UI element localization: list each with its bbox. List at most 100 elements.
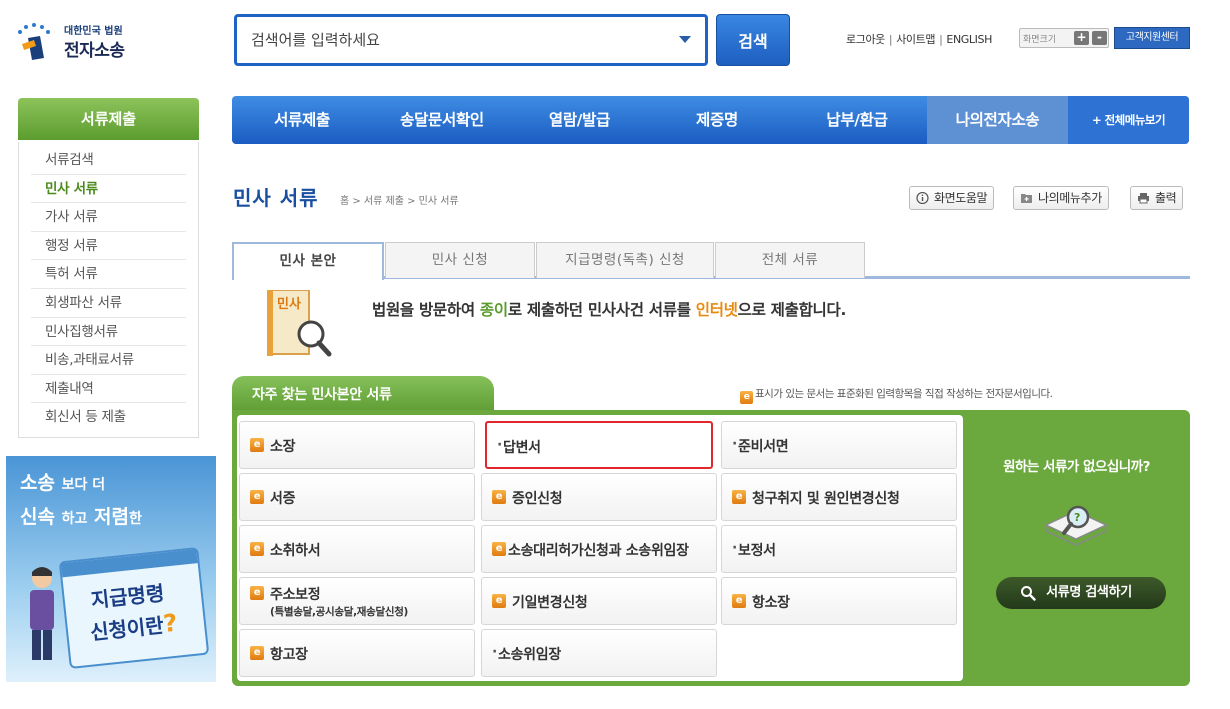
e-document-note: e 표시가 있는 문서는 표준화된 입력항목을 직접 작성하는 전자문서입니다.	[740, 386, 1053, 404]
doc-name-search-button[interactable]: 서류명 검색하기	[996, 577, 1166, 609]
search-box	[234, 14, 708, 66]
doc-answer[interactable]: · 답변서	[485, 421, 713, 469]
payment-order-banner[interactable]: 소송 보다 더 신속 하고 저렴한 지급명령 신청이란?	[6, 456, 216, 682]
logo-subtitle: 대한민국 법원	[64, 26, 123, 37]
breadcrumb: 홈 > 서류 제출 > 민사 서류	[340, 196, 459, 207]
bullet: ·	[497, 437, 503, 453]
doc-claim-change[interactable]: e 청구취지 및 원인변경신청	[721, 473, 957, 521]
divider: |	[888, 33, 893, 46]
sidebar-item-execution[interactable]: 민사집행서류	[31, 318, 186, 347]
gnb-item-view-issue[interactable]: 열람/발급	[512, 96, 647, 144]
no-doc-question: 원하는 서류가 없으십니까?	[1003, 459, 1150, 475]
doc-preparatory-brief[interactable]: · 준비서면	[721, 421, 957, 469]
doc-label: 증인신청	[512, 491, 563, 507]
sidebar-item-civil[interactable]: 민사 서류	[31, 175, 186, 204]
doc-address-correction[interactable]: e 주소보정 (특별송달,공시송달,재송달신청)	[239, 577, 475, 625]
doc-witness-application[interactable]: e 증인신청	[481, 473, 717, 521]
sidebar-item-search[interactable]: 서류검색	[31, 146, 186, 175]
intro-icon-label: 민사	[277, 296, 301, 312]
print-label: 출력	[1155, 191, 1177, 205]
add-my-menu-label: 나의메뉴추가	[1038, 191, 1102, 205]
sitemap-link[interactable]: 사이트맵	[896, 33, 935, 46]
doc-label: 주소보정	[270, 587, 321, 603]
doc-documentary-evidence[interactable]: e 서증	[239, 473, 475, 521]
intro-text-part: 법원을 방문하여	[372, 301, 480, 319]
sidebar-item-non-contentious[interactable]: 비송,과태료서류	[31, 346, 186, 375]
banner-text: 소송	[20, 472, 55, 494]
english-link[interactable]: ENGLISH	[946, 33, 992, 46]
page-title: 민사 서류	[233, 186, 319, 210]
banner-text: 신청이란	[89, 613, 165, 645]
person-icon	[30, 567, 54, 660]
banner-text: 저렴	[93, 506, 129, 528]
logo-title: 전자소송	[64, 41, 125, 61]
doc-complaint-appeal[interactable]: e 항고장	[239, 629, 475, 677]
gnb-item-delivery[interactable]: 송달문서확인	[372, 96, 512, 144]
magnifier-icon	[1021, 586, 1036, 601]
doc-date-change[interactable]: e 기일변경신청	[481, 577, 717, 625]
tab-civil-main[interactable]: 민사 본안	[232, 242, 384, 280]
tab-all-documents[interactable]: 전체 서류	[715, 242, 865, 278]
doc-attorney-permission[interactable]: e 소송대리허가신청과 소송위임장	[481, 525, 717, 573]
doc-search-promo: 원하는 서류가 없으십니까? ? 서류명 검색하기	[968, 415, 1185, 681]
banner-line-2: 신속 하고 저렴한	[20, 502, 142, 529]
intro-text-part: 으로 제출합니다.	[737, 301, 847, 319]
doc-label: 소송대리허가신청과 소송위임장	[508, 543, 689, 559]
add-my-menu-button[interactable]: 나의메뉴추가	[1013, 186, 1109, 210]
banner-title-2: 신청이란?	[89, 608, 179, 646]
chevron-down-icon[interactable]	[679, 36, 691, 43]
font-decrease-button[interactable]: -	[1092, 31, 1107, 45]
doc-correction[interactable]: · 보정서	[721, 525, 957, 573]
doc-label: 청구취지 및 원인변경신청	[752, 491, 900, 507]
doc-label: 준비서면	[738, 439, 789, 455]
e-document-icon: e	[250, 438, 264, 452]
help-center-button[interactable]: 고객지원센터	[1114, 27, 1190, 49]
sidebar-item-reply[interactable]: 회신서 등 제출	[31, 403, 186, 432]
frequent-docs-panel: e 소장 · 답변서 · 준비서면 e 서증 e 증인신청 e 청구취지 및 원인변경신청 …	[232, 410, 1190, 686]
gnb-item-payment[interactable]: 납부/환급	[787, 96, 927, 144]
doc-power-of-attorney[interactable]: · 소송위임장	[481, 629, 717, 677]
font-size-control: 화면크기 + -	[1019, 28, 1109, 48]
intro-text-part: 로 제출하던 민사사건 서류를	[507, 301, 696, 319]
e-document-icon: e	[492, 594, 506, 608]
sidebar-item-patent[interactable]: 특허 서류	[31, 260, 186, 289]
gnb-item-certificate[interactable]: 제증명	[647, 96, 787, 144]
logout-link[interactable]: 로그아웃	[846, 33, 885, 46]
calendar-top	[60, 549, 198, 578]
tab-payment-order[interactable]: 지급명령(독촉) 신청	[536, 242, 714, 278]
sidebar-item-bankruptcy[interactable]: 회생파산 서류	[31, 289, 186, 318]
all-menu-button[interactable]: + 전체메뉴보기	[1068, 96, 1189, 144]
doc-label: 답변서	[503, 440, 541, 456]
screen-help-button[interactable]: 화면도움말	[909, 186, 995, 210]
e-document-icon: e	[732, 490, 746, 504]
doc-sublabel: (특별송달,공시송달,재송달신청)	[270, 606, 409, 618]
sidebar-title: 서류제출	[18, 98, 199, 140]
sidebar-item-family[interactable]: 가사 서류	[31, 203, 186, 232]
doc-complaint[interactable]: e 소장	[239, 421, 475, 469]
e-document-icon: e	[250, 646, 264, 660]
tab-civil-application[interactable]: 민사 신청	[385, 242, 535, 278]
document-search-icon: 민사	[267, 290, 332, 357]
printer-icon	[1138, 193, 1149, 204]
sidebar-item-history[interactable]: 제출내역	[31, 375, 186, 404]
gnb-item-submit[interactable]: 서류제출	[232, 96, 372, 144]
font-size-label: 화면크기	[1023, 35, 1057, 45]
banner-text: 한	[128, 511, 142, 527]
banner-title-1: 지급명령	[89, 580, 166, 613]
e-document-icon: e	[250, 586, 264, 600]
font-increase-button[interactable]: +	[1074, 31, 1089, 45]
search-input[interactable]	[251, 29, 651, 51]
question-glyph: ?	[1074, 511, 1080, 524]
doc-withdrawal[interactable]: e 소취하서	[239, 525, 475, 573]
site-logo[interactable]: 대한민국 법원 전자소송	[14, 20, 144, 64]
print-button[interactable]: 출력	[1130, 186, 1184, 210]
doc-appeal[interactable]: e 항소장	[721, 577, 957, 625]
frequent-docs-title: 자주 찾는 민사본안 서류	[232, 376, 494, 412]
page: 대한민국 법원 전자소송 검색 로그아웃|사이트맵|ENGLISH 화면크기 +…	[0, 0, 1230, 709]
e-document-note-text: 표시가 있는 문서는 표준화된 입력항목을 직접 작성하는 전자문서입니다.	[755, 388, 1053, 400]
search-button[interactable]: 검색	[716, 14, 790, 66]
doc-label: 소송위임장	[498, 647, 561, 663]
gnb-item-my-ecourt[interactable]: 나의전자소송	[927, 96, 1068, 144]
sidebar-item-administrative[interactable]: 행정 서류	[31, 232, 186, 261]
banner-text: 하고	[61, 511, 88, 527]
